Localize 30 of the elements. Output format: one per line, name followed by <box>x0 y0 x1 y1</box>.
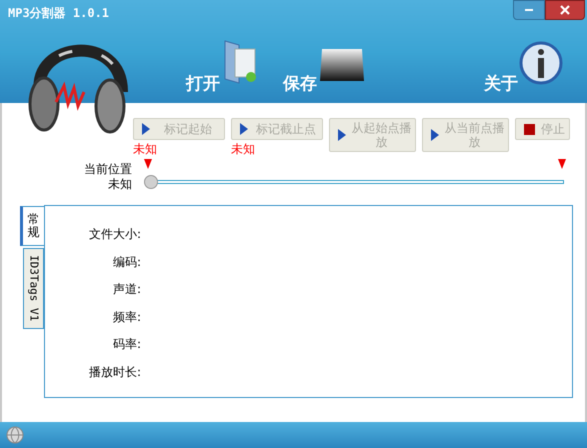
stop-icon <box>524 124 535 134</box>
position-value: 未知 <box>108 177 132 192</box>
tab[interactable]: ID3Tags V1 <box>23 248 44 329</box>
field-label: 文件大小: <box>88 226 141 243</box>
start-marker-icon <box>144 159 152 169</box>
field-label: 播放时长: <box>88 364 141 381</box>
toolbar-button[interactable]: 打开 <box>186 39 261 93</box>
status-text: 未知 <box>231 142 255 156</box>
play-icon <box>240 123 248 135</box>
position-label: 当前位置 <box>84 162 132 177</box>
globe-icon <box>6 426 24 444</box>
toolbar-button[interactable]: 关于 <box>484 41 563 93</box>
info-icon <box>519 41 563 85</box>
toolbar-button[interactable]: 保存 <box>283 45 366 93</box>
tab[interactable]: 常规 <box>20 206 44 246</box>
field-label: 编码: <box>112 254 141 271</box>
close-button[interactable] <box>545 0 585 20</box>
status-text: 未知 <box>133 142 157 156</box>
close-icon <box>560 5 570 15</box>
position-slider[interactable] <box>144 175 566 189</box>
play-icon <box>431 129 439 141</box>
field-label: 码率: <box>112 336 141 354</box>
minimize-button[interactable] <box>513 0 545 20</box>
end-marker-icon <box>558 159 566 169</box>
window-title: MP3分割器 1.0.1 <box>8 5 110 22</box>
field-label: 声道: <box>112 281 141 298</box>
play-icon <box>142 123 150 135</box>
play-icon <box>338 129 346 141</box>
field-label: 频率: <box>112 308 141 326</box>
slider-thumb[interactable] <box>144 175 158 189</box>
